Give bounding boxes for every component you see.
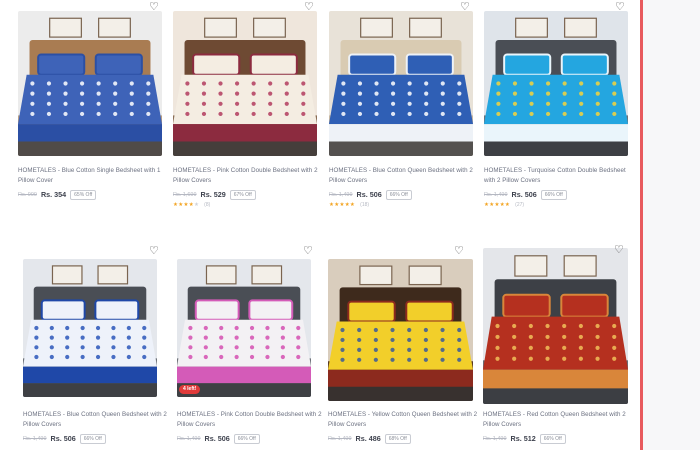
price-row: Rs. 999 Rs. 354 65% Off [18,189,168,200]
discount-badge: 66% Off [233,433,260,444]
product-card[interactable]: ♡ HOMETALES - Blue Cotton Queen Bedsheet … [23,246,178,450]
mrp-price: Rs. 1,499 [23,435,47,442]
product-title[interactable]: HOMETALES - Red Cotton Queen Bedsheet wi… [483,410,633,430]
product-image[interactable] [173,11,317,156]
rating-row: ★★★★★ (18) [329,201,369,209]
rating-row: ★★★★★ (8) [173,201,210,209]
discount-badge: 65% Off [70,189,97,200]
sale-price: Rs. 506 [204,434,230,443]
sale-price: Rs. 529 [200,190,226,199]
wishlist-heart-icon[interactable]: ♡ [303,246,313,257]
price-row: Rs. 1,499 Rs. 506 66% Off [484,189,634,200]
product-title[interactable]: HOMETALES - Pink Cotton Double Bedsheet … [173,166,323,186]
page-gutter [643,0,700,450]
discount-badge: 68% Off [384,433,411,444]
discount-badge: 66% Off [540,189,567,200]
product-image[interactable] [177,259,311,397]
sale-price: Rs. 506 [511,190,537,199]
product-card[interactable]: ♡ HOMETALES - Yellow Cotton Queen Bedshee… [328,246,483,450]
mrp-price: Rs. 1,499 [484,191,508,198]
product-image[interactable] [328,259,473,401]
product-image[interactable] [23,259,157,397]
product-card[interactable]: ♡ 4 left! HOMETALES - Pink Cotton Double B… [177,246,332,450]
mrp-price: Rs. 1,699 [173,191,197,198]
product-title[interactable]: HOMETALES - Blue Cotton Queen Bedsheet w… [23,410,173,430]
product-card[interactable]: ♡ HOMETALES - Blue Cotton Queen Bedsheet … [329,2,484,216]
sale-price: Rs. 486 [355,434,381,443]
price-row: Rs. 1,499 Rs. 506 66% Off [329,189,479,200]
price-row: Rs. 1,699 Rs. 529 67% Off [173,189,323,200]
product-card[interactable]: ♡ HOMETALES - Red Cotton Queen Bedsheet w… [483,245,638,450]
wishlist-heart-icon[interactable]: ♡ [149,246,159,257]
mrp-price: Rs. 1,499 [483,435,507,442]
discount-badge: 66% Off [79,433,106,444]
price-row: Rs. 1,499 Rs. 506 66% Off [177,433,327,444]
product-image[interactable] [329,11,473,156]
product-title[interactable]: HOMETALES - Blue Cotton Queen Bedsheet w… [329,166,479,186]
wishlist-heart-icon[interactable]: ♡ [454,246,464,257]
wishlist-heart-icon[interactable]: ♡ [460,2,470,13]
wishlist-heart-icon[interactable]: ♡ [149,2,159,13]
product-title[interactable]: HOMETALES - Yellow Cotton Queen Bedsheet… [328,410,478,430]
price-row: Rs. 1,499 Rs. 506 66% Off [23,433,173,444]
discount-badge: 66% Off [385,189,412,200]
product-card[interactable]: ♡ HOMETALES - Turquoise Cotton Double Bed… [484,2,639,216]
mrp-price: Rs. 1,499 [177,435,201,442]
price-row: Rs. 1,499 Rs. 512 66% Off [483,433,633,444]
product-image[interactable] [483,248,628,404]
star-rating-icon: ★★★★★ [484,202,511,208]
product-card[interactable]: ♡ HOMETALES - Pink Cotton Double Bedsheet… [173,2,328,216]
sale-price: Rs. 512 [510,434,536,443]
product-image[interactable] [484,11,628,156]
mrp-price: Rs. 999 [18,191,37,198]
price-row: Rs. 1,499 Rs. 486 68% Off [328,433,478,444]
mrp-price: Rs. 1,499 [328,435,352,442]
rating-count: (27) [515,202,525,208]
discount-badge: 66% Off [539,433,566,444]
mrp-price: Rs. 1,499 [329,191,353,198]
sale-price: Rs. 506 [356,190,382,199]
sale-price: Rs. 354 [40,190,67,199]
product-card[interactable]: ♡ HOMETALES - Blue Cotton Single Bedsheet… [18,2,173,216]
rating-count: (8) [204,202,211,208]
rating-row: ★★★★★ (27) [484,201,524,209]
product-image[interactable] [18,11,162,156]
sale-price: Rs. 506 [50,434,76,443]
wishlist-heart-icon[interactable]: ♡ [615,2,625,13]
rating-count: (18) [360,202,370,208]
wishlist-heart-icon[interactable]: ♡ [304,2,314,13]
product-title[interactable]: HOMETALES - Blue Cotton Single Bedsheet … [18,166,168,186]
product-title[interactable]: HOMETALES - Turquoise Cotton Double Beds… [484,166,634,186]
star-rating-icon: ★★★★★ [329,202,356,208]
stock-badge: 4 left! [179,385,201,394]
star-rating-icon: ★★★★★ [173,202,200,208]
discount-badge: 67% Off [229,189,256,200]
product-title[interactable]: HOMETALES - Pink Cotton Double Bedsheet … [177,410,327,430]
wishlist-heart-icon[interactable]: ♡ [614,245,624,256]
